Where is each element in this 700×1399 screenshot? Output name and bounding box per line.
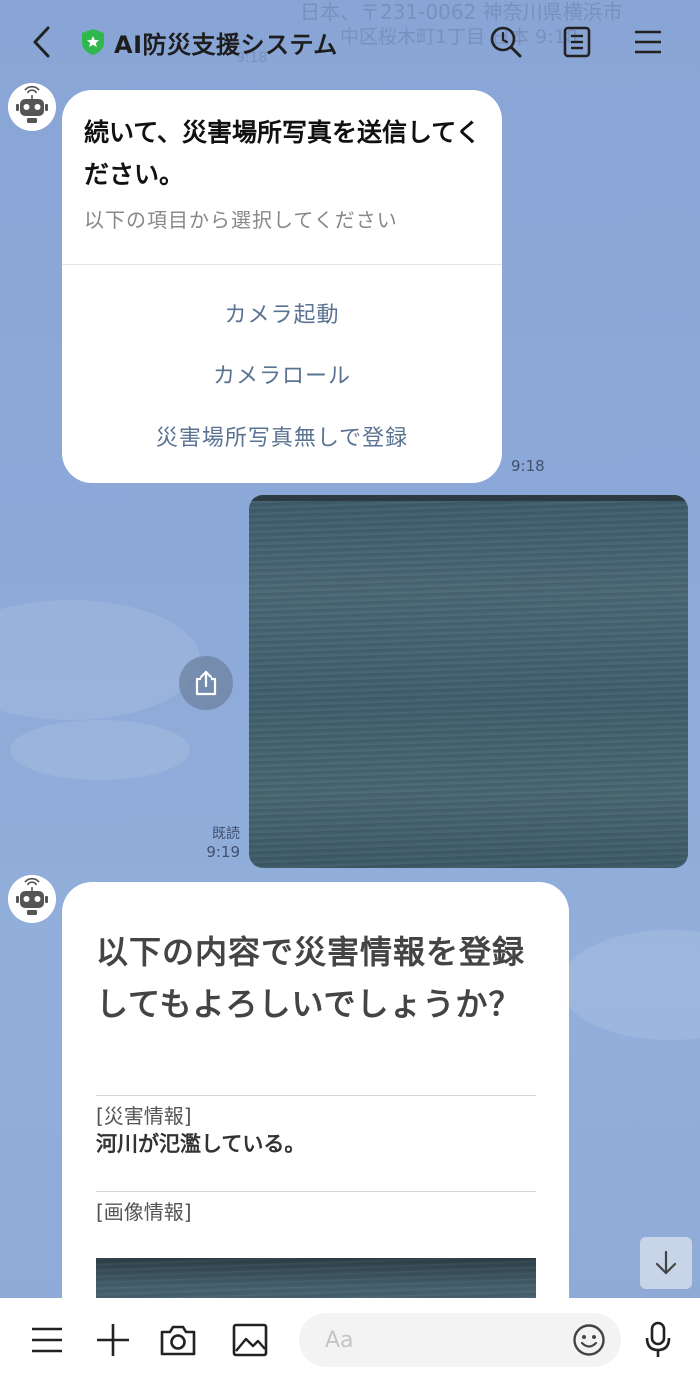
- photo-horizon: [249, 495, 688, 501]
- message-time: 9:18: [511, 457, 545, 475]
- divider: [62, 264, 502, 265]
- notes-button[interactable]: [557, 22, 597, 62]
- bot-message-bubble: 続いて、災害場所写真を送信してください。 以下の項目から選択してください カメラ…: [62, 90, 502, 483]
- emoji-icon: [573, 1324, 605, 1356]
- search-button[interactable]: [486, 22, 526, 62]
- chat-title: AI防災支援システム: [114, 30, 338, 59]
- arrow-down-icon: [655, 1250, 677, 1275]
- plus-icon: [97, 1324, 129, 1356]
- camera-button[interactable]: [158, 1320, 198, 1360]
- bot-avatar[interactable]: [8, 875, 56, 923]
- chat-title-area[interactable]: AI防災支援システム: [80, 22, 338, 62]
- message-title: 続いて、災害場所写真を送信してください。: [84, 118, 481, 189]
- divider: [96, 1095, 536, 1096]
- divider: [96, 1191, 536, 1192]
- add-button[interactable]: [93, 1320, 133, 1360]
- shield-star-icon: [82, 29, 104, 55]
- message-subtitle: 以下の項目から選択してください: [84, 208, 398, 232]
- back-button[interactable]: [26, 24, 56, 60]
- image-info-label: [画像情報]: [96, 1200, 192, 1224]
- menu-button[interactable]: [628, 22, 668, 62]
- robot-icon: [8, 83, 56, 131]
- disaster-info-label: [災害情報]: [96, 1104, 192, 1128]
- menu-icon: [635, 30, 661, 54]
- sent-photo[interactable]: [249, 495, 688, 868]
- mic-button[interactable]: [638, 1320, 678, 1360]
- menu-icon: [32, 1327, 62, 1353]
- register-without-photo-button[interactable]: 災害場所写真無しで登録: [62, 420, 502, 452]
- notes-icon: [563, 26, 591, 58]
- chevron-left-icon: [33, 26, 50, 58]
- camera-icon: [160, 1325, 196, 1356]
- share-button[interactable]: [179, 656, 233, 710]
- bot-avatar[interactable]: [8, 83, 56, 131]
- search-icon: [490, 26, 522, 58]
- read-receipt: 既読: [212, 826, 240, 842]
- camera-launch-button[interactable]: カメラ起動: [62, 297, 502, 329]
- confirmation-title: 以下の内容で災害情報を登録してもよろしいでしょうか？: [96, 933, 526, 1023]
- robot-icon: [8, 875, 56, 923]
- camera-roll-button[interactable]: カメラロール: [62, 358, 502, 390]
- image-icon: [232, 1323, 268, 1357]
- emoji-button[interactable]: [571, 1322, 607, 1358]
- mic-icon: [645, 1321, 671, 1357]
- image-button[interactable]: [230, 1320, 270, 1360]
- message-time: 9:19: [206, 843, 240, 861]
- chat-header: AI防災支援システム: [0, 0, 700, 84]
- disaster-info-value: 河川が氾濫している。: [96, 1132, 306, 1156]
- keyboard-menu-button[interactable]: [27, 1320, 67, 1360]
- share-icon: [195, 670, 217, 696]
- input-bar: [0, 1298, 700, 1399]
- scroll-down-button[interactable]: [640, 1237, 692, 1289]
